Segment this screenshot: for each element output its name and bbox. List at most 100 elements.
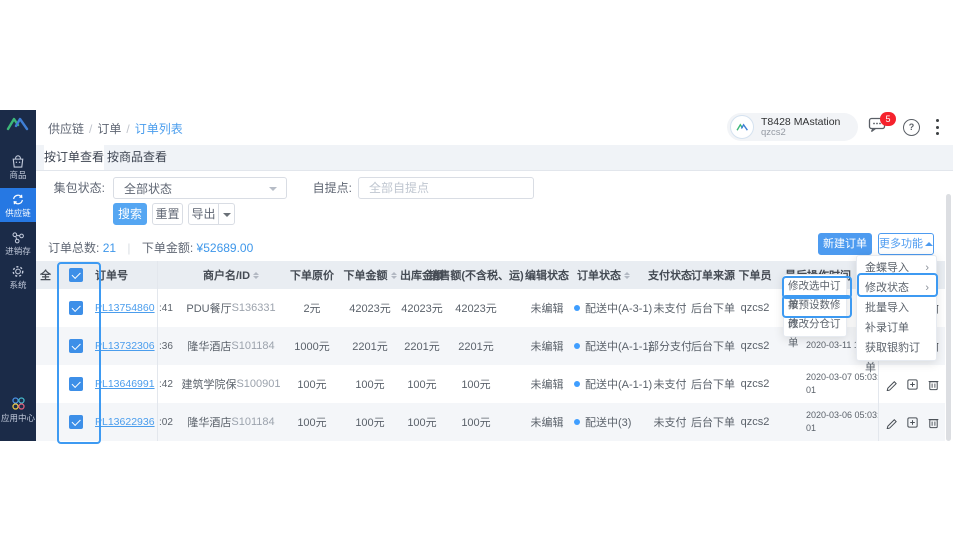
edit-status-cell: 未编辑: [530, 341, 564, 353]
sidebar-item-system[interactable]: 系统: [0, 260, 36, 294]
new-order-button[interactable]: 新建订单: [818, 233, 872, 255]
package-status-select[interactable]: 全部状态: [113, 177, 287, 199]
summary-divider: |: [127, 241, 131, 255]
submenu-item-modify-selected[interactable]: 修改选中订单: [784, 277, 846, 311]
notification-badge: 5: [880, 112, 896, 126]
user-menu[interactable]: T8428 MAstation qzcs2: [727, 113, 858, 141]
menu-item-kingdee-import[interactable]: 金蝶导入 ›: [857, 258, 936, 278]
submenu-arrow-icon: ›: [925, 282, 929, 294]
menu-item-get-yinbao-orders[interactable]: 获取银豹订单: [857, 338, 936, 374]
delete-icon[interactable]: [927, 416, 940, 429]
bag-icon: [12, 155, 24, 168]
sales-amount-cell: 42023元: [455, 303, 497, 315]
vertical-scrollbar[interactable]: [946, 194, 951, 441]
sidebar-item-app-center[interactable]: 应用中心: [0, 391, 36, 435]
breadcrumb-item[interactable]: 订单: [97, 122, 121, 136]
submenu-arrow-icon: ›: [925, 262, 929, 274]
more-functions-button[interactable]: 更多功能: [878, 233, 934, 255]
user-name: T8428 MAstation: [761, 115, 841, 128]
app-canvas: 商品 供应链 进销存 系统 应用中心 供应链 / 订单 / 订单列表 T8428…: [0, 0, 953, 553]
more-menu-icon[interactable]: [932, 119, 942, 135]
caret-down-icon: [222, 213, 231, 221]
row-checkbox[interactable]: [69, 301, 83, 315]
table-row: PL13622936 :02 隆华酒店 S101184 100元 100元 100…: [36, 403, 945, 441]
order-no-link[interactable]: PL13754860: [95, 302, 155, 314]
status-dot: [574, 343, 580, 349]
view-tabs: 按订单查看 按商品查看: [36, 145, 953, 171]
sort-icon[interactable]: [253, 271, 260, 279]
user-account: qzcs2: [761, 126, 786, 138]
user-info: T8428 MAstation qzcs2: [761, 116, 840, 139]
row-checkbox[interactable]: [69, 415, 83, 429]
sidebar-item-label: 进销存: [5, 246, 31, 256]
copy-plus-icon[interactable]: [906, 416, 919, 429]
col-edit-status[interactable]: 编辑状态: [517, 261, 577, 289]
caret-up-icon: [925, 238, 933, 246]
breadcrumb-separator: /: [126, 122, 130, 136]
pickup-point-input[interactable]: [358, 177, 534, 199]
col-merchant[interactable]: 商户名/ID: [176, 261, 286, 289]
merchant-cell: 隆华酒店 S101184: [187, 340, 275, 353]
sidebar: 商品 供应链 进销存 系统 应用中心: [0, 110, 36, 441]
table-row: PL13646991 :42 建筑学院保 S100901 100元 100元 10…: [36, 365, 945, 403]
sidebar-item-label: 系统: [9, 280, 27, 290]
sidebar-item-label: 商品: [9, 170, 27, 180]
row-checkbox[interactable]: [69, 339, 83, 353]
row-actions: [881, 365, 943, 403]
export-dropdown-button[interactable]: [218, 203, 235, 225]
tab-by-order[interactable]: 按订单查看: [44, 145, 104, 170]
last-time-cell: 2020-03-06 05:03:01: [806, 409, 880, 433]
sales-amount-cell: 100元: [461, 417, 491, 429]
order-no-link[interactable]: PL13622936: [95, 416, 155, 428]
order-no-link[interactable]: PL13646991: [95, 378, 155, 390]
edit-status-cell: 未编辑: [530, 379, 564, 391]
sidebar-item-supply-chain[interactable]: 供应链: [0, 188, 36, 222]
sidebar-item-products[interactable]: 商品: [0, 150, 36, 184]
merchant-cell: 建筑学院保 S100901: [181, 378, 281, 391]
chevron-down-icon: [269, 187, 277, 195]
sales-amount-cell: 100元: [461, 379, 491, 391]
menu-item-supplement-order[interactable]: 补录订单: [857, 318, 936, 338]
submenu-item-modify-by-preset[interactable]: 按预设数修改: [784, 296, 846, 330]
order-no-link[interactable]: PL13732306: [95, 340, 155, 352]
breadcrumb-item[interactable]: 供应链: [48, 122, 84, 136]
package-status-label: 集包状态:: [53, 181, 105, 195]
edit-status-cell: 未编辑: [530, 417, 564, 429]
sidebar-item-label: 应用中心: [0, 413, 35, 423]
menu-item-batch-import[interactable]: 批量导入: [857, 298, 936, 318]
status-dot: [574, 419, 580, 425]
pickup-point-label: 自提点:: [312, 181, 352, 195]
package-status-value: 全部状态: [124, 182, 173, 196]
app-logo[interactable]: [0, 116, 36, 137]
copy-plus-icon[interactable]: [906, 378, 919, 391]
search-button[interactable]: 搜索: [113, 203, 147, 225]
export-button[interactable]: 导出: [188, 203, 219, 225]
avatar: [730, 115, 754, 139]
operator-cell: qzcs2: [740, 378, 770, 390]
notifications-button[interactable]: 5: [868, 112, 896, 140]
edit-icon[interactable]: [885, 416, 898, 429]
avatar-logo-icon: [735, 122, 748, 131]
reset-button[interactable]: 重置: [152, 203, 183, 225]
order-amount-value: ¥52689.00: [196, 241, 254, 255]
total-orders-label: 订单总数:: [48, 241, 100, 255]
status-dot: [574, 381, 580, 387]
row-actions: [881, 403, 943, 441]
select-all-checkbox[interactable]: [69, 268, 83, 282]
row-checkbox[interactable]: [69, 377, 83, 391]
order-amount-label: 下单金额:: [141, 241, 194, 255]
menu-item-modify-status[interactable]: 修改状态 ›: [857, 278, 936, 298]
col-sales-amount[interactable]: 销售额(不含税、运): [428, 261, 524, 289]
edit-icon[interactable]: [885, 378, 898, 391]
submenu-item-modify-split-warehouse[interactable]: 修改分仓订单: [784, 315, 846, 349]
sort-icon[interactable]: [624, 271, 630, 279]
status-dot: [574, 305, 580, 311]
operator-cell: qzcs2: [740, 340, 770, 352]
sidebar-item-inventory[interactable]: 进销存: [0, 226, 36, 260]
operator-cell: qzcs2: [740, 302, 770, 314]
gear-icon: [12, 266, 24, 277]
delete-icon[interactable]: [927, 378, 940, 391]
help-icon[interactable]: ?: [903, 119, 920, 136]
col-order-no[interactable]: 订单号: [95, 261, 157, 289]
tab-by-product[interactable]: 按商品查看: [104, 145, 170, 170]
